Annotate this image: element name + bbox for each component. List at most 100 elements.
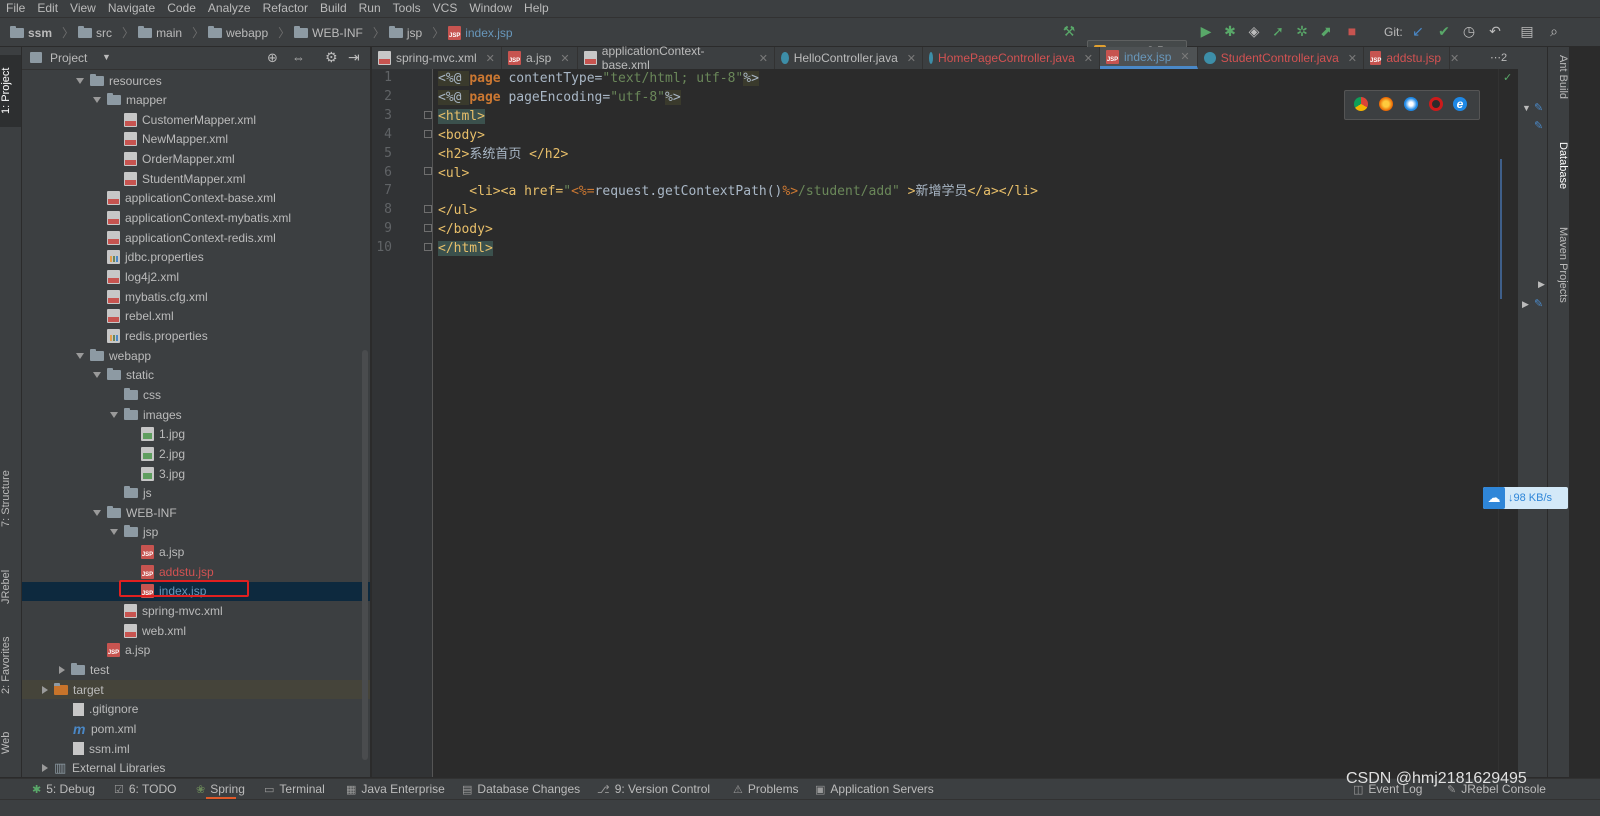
editor-tab[interactable]: applicationContext-base.xml ✕	[578, 44, 775, 72]
editor-tab[interactable]: HomePageController.java ✕	[923, 47, 1100, 69]
tree-item[interactable]: log4j2.xml	[22, 268, 370, 287]
chevron-down-icon[interactable]	[110, 411, 118, 418]
tree-item[interactable]: ▥ External Libraries	[22, 759, 370, 778]
chevron-down-icon[interactable]	[93, 509, 101, 516]
bottom-tab[interactable]: ⚠ Problems	[733, 782, 799, 796]
ant-icon[interactable]: ✎	[1534, 101, 1543, 114]
fold-marker[interactable]	[424, 224, 432, 232]
tree-item[interactable]: web.xml	[22, 621, 370, 640]
project-scrollbar[interactable]	[362, 350, 368, 760]
bottom-tab[interactable]: ⎇ 9: Version Control	[597, 782, 710, 796]
close-icon[interactable]: ✕	[1450, 52, 1459, 65]
tab-web[interactable]: Web	[0, 723, 21, 763]
chevron-down-icon[interactable]	[93, 372, 101, 379]
tree-item[interactable]: CustomerMapper.xml	[22, 110, 370, 129]
close-icon[interactable]: ✕	[1084, 52, 1093, 65]
tab-structure[interactable]: 7: Structure	[0, 459, 21, 539]
bottom-tab[interactable]: ✱ 5: Debug	[32, 782, 95, 796]
close-icon[interactable]: ✕	[486, 52, 495, 65]
tab-database[interactable]: Database	[1548, 142, 1569, 212]
tab-jrebel[interactable]: JRebel	[0, 559, 21, 615]
code-line[interactable]: <ul>	[438, 164, 469, 183]
code-line[interactable]: <body>	[438, 126, 485, 145]
tree-item[interactable]: images	[22, 405, 370, 424]
chevron-right-icon[interactable]	[42, 685, 48, 694]
tree-item[interactable]: jdbc.properties	[22, 248, 370, 267]
tree-item[interactable]: .gitignore	[22, 700, 370, 719]
tree-item[interactable]: test	[22, 661, 370, 680]
close-icon[interactable]: ✕	[560, 52, 569, 65]
update-icon[interactable]: ⬈	[1318, 23, 1334, 39]
code-line[interactable]: <h2>系统首页 </h2>	[438, 145, 568, 164]
chevron-right-icon[interactable]: ▶	[1538, 279, 1545, 290]
chrome-icon[interactable]	[1354, 97, 1368, 111]
tree-item[interactable]: JSP a.jsp	[22, 641, 370, 660]
opera-icon[interactable]	[1429, 97, 1443, 111]
chevron-down-icon[interactable]	[93, 97, 101, 104]
chevron-down-icon[interactable]	[110, 529, 118, 536]
tree-item[interactable]: 2.jpg	[22, 444, 370, 463]
editor-tab[interactable]: JSP a.jsp ✕	[502, 47, 578, 69]
search-icon[interactable]: ⌕	[1546, 23, 1562, 39]
coverage-icon[interactable]: ◈	[1246, 23, 1262, 39]
tree-item[interactable]: NewMapper.xml	[22, 130, 370, 149]
tab-overflow-menu[interactable]: ⋯2	[1490, 51, 1507, 64]
menu-window[interactable]: Window	[463, 0, 518, 17]
chevron-right-icon[interactable]: ▶	[1522, 299, 1529, 310]
firefox-icon[interactable]	[1379, 97, 1393, 111]
tree-item[interactable]: 3.jpg	[22, 464, 370, 483]
chevron-down-icon[interactable]	[76, 352, 84, 359]
chevron-right-icon[interactable]	[59, 666, 65, 674]
bottom-tab[interactable]: ▤ Database Changes	[462, 782, 580, 796]
bottom-tab[interactable]: ❀ Spring	[196, 782, 245, 796]
safari-icon[interactable]	[1404, 97, 1418, 111]
bottom-tab[interactable]: ▣ Application Servers	[815, 782, 934, 796]
tab-maven-projects[interactable]: Maven Projects	[1548, 227, 1569, 327]
tree-item[interactable]: target	[22, 680, 370, 700]
editor-tab[interactable]: spring-mvc.xml ✕	[372, 47, 502, 69]
tree-item[interactable]: mapper	[22, 91, 370, 110]
project-structure-icon[interactable]: ▤	[1519, 23, 1535, 39]
tree-item[interactable]: JSP a.jsp	[22, 543, 370, 562]
tree-item[interactable]: webapp	[22, 346, 370, 365]
history-icon[interactable]: ◷	[1461, 23, 1477, 39]
tree-item[interactable]: spring-mvc.xml	[22, 602, 370, 621]
tree-item[interactable]: applicationContext-mybatis.xml	[22, 209, 370, 228]
tree-item[interactable]: mybatis.cfg.xml	[22, 287, 370, 306]
tree-item[interactable]: applicationContext-base.xml	[22, 189, 370, 208]
code-line[interactable]: <html>	[438, 107, 485, 126]
tree-item[interactable]: rebel.xml	[22, 307, 370, 326]
tree-item[interactable]: JSP addstu.jsp	[22, 562, 370, 581]
tree-item[interactable]: m pom.xml	[22, 719, 370, 738]
tree-item[interactable]: css	[22, 385, 370, 404]
internet-explorer-icon[interactable]: e	[1453, 97, 1467, 111]
tree-item[interactable]: OrderMapper.xml	[22, 150, 370, 169]
jrebel-debug-icon[interactable]: ✲	[1294, 23, 1310, 39]
bottom-tab[interactable]: ▭ Terminal	[264, 782, 325, 796]
git-commit-icon[interactable]: ✔	[1436, 23, 1452, 39]
bottom-tab[interactable]: ☑ 6: TODO	[114, 782, 176, 796]
menu-tools[interactable]: Tools	[387, 0, 427, 17]
code-line[interactable]: <%@ page pageEncoding="utf-8"%>	[438, 88, 681, 107]
chevron-right-icon[interactable]	[42, 764, 48, 773]
code-editor[interactable]	[433, 69, 1498, 777]
tree-item[interactable]: StudentMapper.xml	[22, 169, 370, 188]
code-line[interactable]: <li><a href="<%=request.getContextPath()…	[438, 182, 1038, 201]
breadcrumb-item[interactable]: JSP index.jsp	[448, 25, 513, 40]
close-icon[interactable]: ✕	[1180, 50, 1189, 63]
fold-marker[interactable]	[424, 130, 432, 138]
tree-item[interactable]: WEB-INF	[22, 503, 370, 522]
close-icon[interactable]: ✕	[759, 52, 768, 65]
code-line[interactable]: </ul>	[438, 201, 477, 220]
tree-item[interactable]: static	[22, 366, 370, 385]
ant-icon[interactable]: ✎	[1534, 119, 1543, 132]
maven-icon[interactable]: ✎	[1534, 297, 1543, 310]
editor-tab[interactable]: JSP addstu.jsp ✕	[1364, 47, 1459, 69]
chevron-down-icon[interactable]: ▼	[1522, 103, 1531, 113]
code-line[interactable]: <%@ page contentType="text/html; utf-8"%…	[438, 69, 759, 88]
debug-icon[interactable]: ✱	[1222, 23, 1238, 39]
close-icon[interactable]: ✕	[1348, 52, 1357, 65]
tree-item[interactable]: resources	[22, 71, 370, 90]
tree-item[interactable]: applicationContext-redis.xml	[22, 228, 370, 247]
close-icon[interactable]: ✕	[907, 52, 916, 65]
